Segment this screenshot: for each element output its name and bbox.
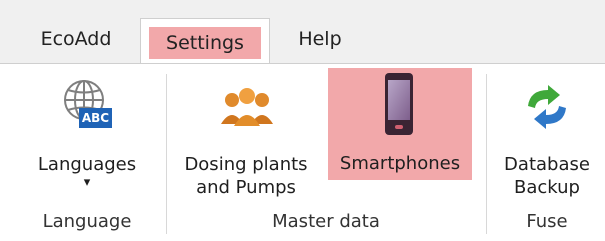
sync-arrows-icon xyxy=(522,84,572,134)
group-label-master-data: Master data xyxy=(272,211,380,232)
database-backup-label-line2: Backup xyxy=(514,177,580,198)
ribbon-tab-bar: EcoAdd Settings Help xyxy=(0,0,605,64)
database-backup-label-line1: Database xyxy=(504,154,590,175)
app-window: EcoAdd Settings Help ABC Languages ▾ Dos… xyxy=(0,0,605,241)
group-separator xyxy=(486,74,487,234)
dosing-plants-button[interactable]: Dosing plants and Pumps xyxy=(176,72,316,202)
dosing-plants-label-line2: and Pumps xyxy=(196,177,296,198)
dropdown-arrow-icon: ▾ xyxy=(83,175,91,190)
tab-settings-label: Settings xyxy=(149,27,261,59)
languages-button[interactable]: ABC Languages ▾ xyxy=(22,72,152,202)
tab-settings[interactable]: Settings xyxy=(140,18,270,64)
languages-label: Languages xyxy=(37,154,137,175)
database-backup-button[interactable]: Database Backup xyxy=(492,72,602,202)
dosing-plants-label-line1: Dosing plants xyxy=(184,154,308,175)
tab-help[interactable]: Help xyxy=(274,18,366,64)
people-group-icon xyxy=(220,86,274,132)
group-separator xyxy=(166,74,167,234)
abc-badge-text: ABC xyxy=(81,111,110,125)
group-label-language: Language xyxy=(42,211,132,232)
smartphones-button[interactable]: Smartphones xyxy=(328,68,472,180)
globe-abc-icon: ABC xyxy=(62,78,112,136)
tab-ecoadd[interactable]: EcoAdd xyxy=(18,18,134,64)
group-label-fuse: Fuse xyxy=(526,211,568,232)
ribbon-panel: ABC Languages ▾ Dosing plants and Pumps xyxy=(0,63,605,241)
smartphone-icon xyxy=(384,72,414,140)
smartphones-label: Smartphones xyxy=(339,153,461,174)
